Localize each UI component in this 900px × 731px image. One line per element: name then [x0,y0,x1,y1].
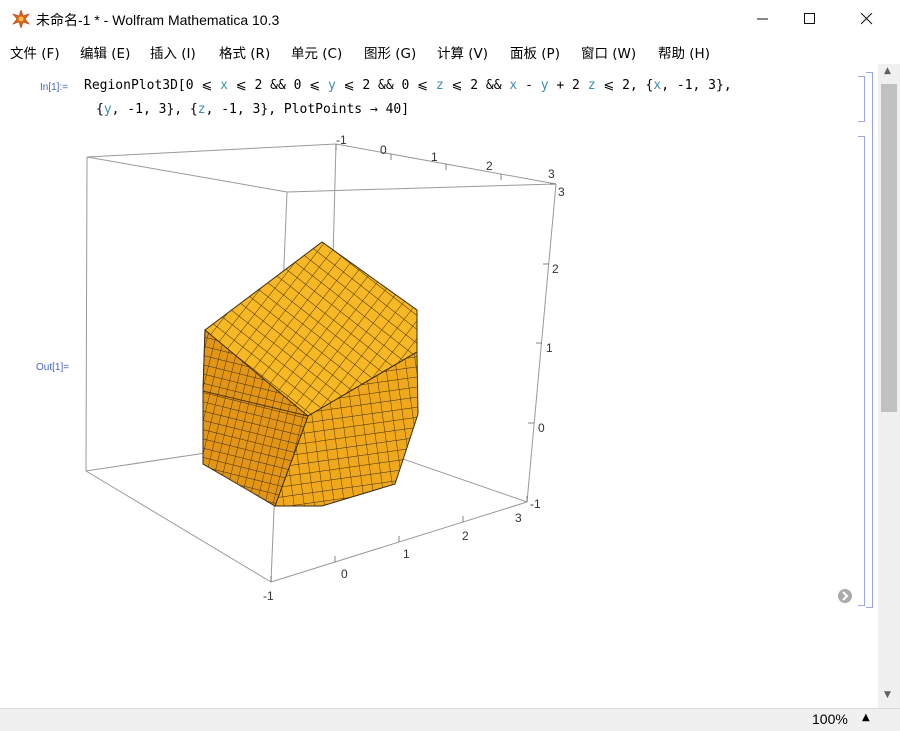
variable-y: y [103,102,112,117]
menu-graphics[interactable]: 图形 (G) [364,42,416,62]
menu-file[interactable]: 文件 (F) [10,42,60,62]
menu-help[interactable]: 帮助 (H) [658,42,710,62]
code-token: , -1, 3}, [661,78,732,93]
code-token: ⩽ 2 && [443,78,510,93]
minimize-icon [757,18,768,20]
input-line-1[interactable]: RegionPlot3D[0 ⩽ x ⩽ 2 && 0 ⩽ y ⩽ 2 && 0… [84,78,732,93]
menu-edit[interactable]: 编辑 (E) [80,42,130,62]
tick-label: 1 [431,150,438,164]
vertical-scrollbar[interactable]: ▲ ▼ [878,64,900,708]
tick-label: 1 [546,341,553,355]
minimize-button[interactable] [740,0,786,38]
menu-window[interactable]: 窗口 (W) [581,42,636,62]
tick-label: 2 [462,529,469,543]
suggestions-bar-icon[interactable] [837,588,853,604]
input-cell-bracket[interactable] [858,76,865,122]
tick-label: 2 [552,262,559,276]
tick-label: 3 [515,511,522,525]
group-cell-bracket[interactable] [866,72,873,608]
tick-label: 1 [403,547,410,561]
scrollbar-thumb[interactable] [881,84,897,412]
code-token: ⩽ 2 && 0 ⩽ [227,78,329,93]
tick-label: 0 [380,143,387,157]
function-name: RegionPlot3D [84,78,178,93]
zoom-menu-icon[interactable]: ▲ [862,712,870,723]
tick-label: -1 [530,497,541,511]
status-bar: 100% ▲ [0,708,900,731]
code-token: , -1, 3}, { [111,102,198,117]
variable-y: y [328,78,336,93]
tick-label: 3 [548,167,555,181]
code-token: ⩽ 2, { [595,78,654,93]
menu-bar: 文件 (F) 编辑 (E) 插入 (I) 格式 (R) 单元 (C) 图形 (G… [0,38,900,64]
menu-palettes[interactable]: 面板 (P) [510,42,560,62]
code-token: - [517,78,541,93]
close-button[interactable] [844,0,890,38]
code-token: , -1, 3}, PlotPoints → 40] [205,102,410,117]
code-token: + 2 [548,78,588,93]
variable-z: z [197,102,206,117]
tick-label: 0 [341,567,348,581]
menu-format[interactable]: 格式 (R) [219,42,270,62]
zoom-level[interactable]: 100% [812,711,848,727]
variable-z: z [435,78,444,93]
code-token: [0 ⩽ [177,78,221,93]
notebook-area[interactable]: In[1]:= RegionPlot3D[0 ⩽ x ⩽ 2 && 0 ⩽ y … [0,64,878,708]
tick-label: 0 [538,421,545,435]
input-cell-label: In[1]:= [40,82,69,93]
code-token: { [96,102,104,117]
close-icon [861,13,873,25]
tick-label: 3 [558,185,565,199]
tick-label: 2 [486,159,493,173]
mathematica-spikey-icon [12,10,30,28]
tick-label: -1 [263,589,274,603]
variable-z: z [587,78,596,93]
output-cell-bracket[interactable] [858,136,865,606]
maximize-button[interactable] [787,0,833,38]
code-token: ⩽ 2 && 0 ⩽ [335,78,436,93]
scroll-down-icon[interactable]: ▼ [884,690,891,700]
variable-x: x [220,78,228,93]
region-plot-3d[interactable]: -1 0 1 2 3 -1 0 1 2 3 3 2 1 0 -1 [60,134,580,604]
menu-insert[interactable]: 插入 (I) [150,42,196,62]
scroll-up-icon[interactable]: ▲ [884,66,891,76]
title-bar: 未命名-1 * - Wolfram Mathematica 10.3 [0,0,900,38]
region-solid [202,241,419,507]
tick-label: -1 [336,134,347,147]
input-line-2[interactable]: {y, -1, 3}, {z, -1, 3}, PlotPoints → 40] [96,102,409,117]
menu-evaluation[interactable]: 计算 (V) [437,42,488,62]
menu-cell[interactable]: 单元 (C) [291,42,342,62]
maximize-icon [804,13,815,24]
variable-y: y [540,78,549,93]
window-title: 未命名-1 * - Wolfram Mathematica 10.3 [36,12,280,28]
